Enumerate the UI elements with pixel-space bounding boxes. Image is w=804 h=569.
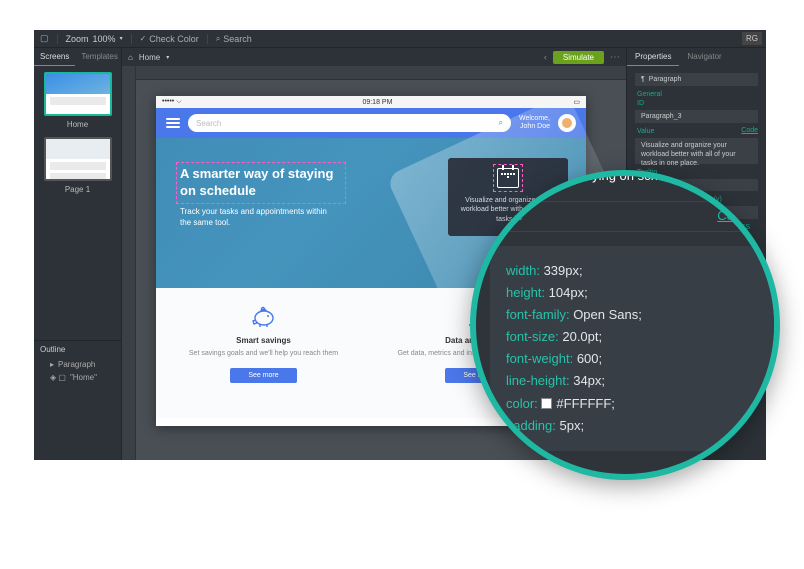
piggy-bank-icon — [172, 304, 355, 330]
screen-thumb-home[interactable]: Home — [44, 72, 112, 129]
css-line: font-weight: 600; — [506, 348, 766, 370]
outline-item-home[interactable]: ◈ ▢"Home" — [40, 371, 115, 384]
feature-title: Smart savings — [172, 336, 355, 345]
search-icon: ⌕ — [216, 34, 220, 44]
thumb-label: Page 1 — [44, 185, 112, 194]
tab-navigator[interactable]: Navigator — [679, 48, 729, 66]
signal-icon: ••••• ⌵ — [162, 98, 182, 106]
battery-icon: ▭ — [573, 98, 580, 106]
tab-templates[interactable]: Templates — [75, 48, 123, 66]
css-line: font-size: 20.0pt; — [506, 326, 766, 348]
check-color-toggle[interactable]: ✓Check Color — [140, 34, 199, 44]
outline-item-paragraph[interactable]: ▸Paragraph — [40, 358, 115, 371]
outline-panel: Outline ▸Paragraph ◈ ▢"Home" — [34, 340, 121, 460]
css-line: color: #FFFFFF; — [506, 393, 766, 415]
left-sidebar: Screens Templates Home Page 1 Outline ▸P… — [34, 48, 122, 460]
css-line: padding: 5px; — [506, 415, 766, 437]
see-more-button[interactable]: See more — [230, 368, 296, 383]
css-line: line-height: 34px; — [506, 370, 766, 392]
user-badge[interactable]: RG — [742, 32, 762, 45]
css-code-block[interactable]: width: 339px;height: 104px;font-family: … — [490, 246, 780, 451]
ruler-horizontal — [122, 66, 626, 80]
tab-properties[interactable]: Properties — [627, 48, 679, 66]
home-icon[interactable]: ⌂ — [128, 53, 133, 62]
top-toolbar: ▢ Zoom 100% ▾ ✓Check Color ⌕Search RG — [34, 30, 766, 48]
search-label: Search — [223, 34, 252, 44]
feature-sub: Set savings goals and we'll help you rea… — [172, 349, 355, 358]
thumb-label: Home — [44, 120, 112, 129]
hamburger-icon[interactable] — [166, 118, 180, 128]
folder-icon[interactable]: ▢ — [40, 33, 49, 44]
chevron-down-icon: ▾ — [166, 54, 169, 61]
id-label: ID — [635, 98, 758, 107]
code-link[interactable]: Code — [741, 127, 758, 134]
search-placeholder: Search — [196, 119, 221, 128]
outline-title: Outline — [40, 345, 115, 354]
chevron-left-icon[interactable]: ‹ — [544, 52, 547, 62]
copy-css-link[interactable]: Copy CSS — [717, 208, 778, 223]
zoom-label: Zoom — [66, 34, 89, 44]
style-section-label: Style — [494, 208, 523, 223]
hero-subtitle[interactable]: Track your tasks and appointments within… — [180, 206, 340, 228]
feature-savings: Smart savings Set savings goals and we'l… — [156, 288, 371, 418]
screen-thumb-page1[interactable]: Page 1 — [44, 137, 112, 194]
element-type: ¶Paragraph — [635, 73, 758, 86]
section-general: General — [635, 89, 758, 98]
search-toolbar[interactable]: ⌕Search — [216, 34, 252, 44]
search-input[interactable]: Search ⌕ — [188, 114, 511, 132]
phone-status-bar: ••••• ⌵ 09:18 PM ▭ — [156, 96, 586, 108]
value-label: Value — [635, 126, 654, 135]
css-line: height: 104px; — [506, 282, 766, 304]
simulate-button[interactable]: Simulate — [553, 51, 604, 64]
tab-screens[interactable]: Screens — [34, 48, 75, 66]
value-field[interactable]: Visualize and organize your workload bet… — [635, 138, 758, 164]
zoom-control[interactable]: Zoom 100% ▾ — [66, 34, 123, 44]
css-line: width: 339px; — [506, 260, 766, 282]
zoom-lens: narter way of staying on sched Style Cop… — [470, 170, 780, 480]
status-time: 09:18 PM — [362, 99, 392, 106]
check-color-label: Check Color — [149, 34, 199, 44]
css-line: font-family: Open Sans; — [506, 304, 766, 326]
ruler-vertical — [122, 66, 136, 460]
id-field[interactable]: Paragraph_3 — [635, 110, 758, 123]
zoom-value: 100% — [93, 34, 116, 44]
breadcrumb-home[interactable]: Home — [139, 53, 160, 62]
chevron-down-icon: ▾ — [120, 35, 123, 42]
options-icon[interactable]: ⋯ — [610, 52, 620, 63]
